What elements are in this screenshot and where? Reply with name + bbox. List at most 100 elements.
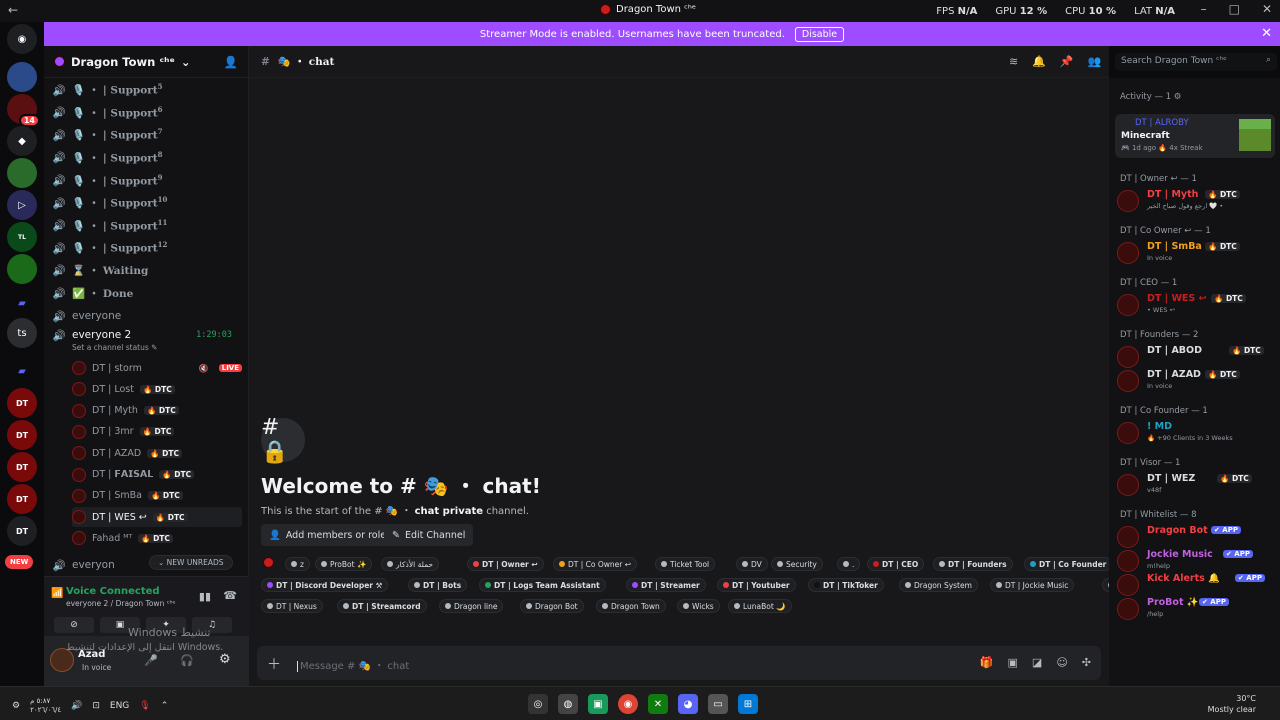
role-tag[interactable]: Dragon System [899, 578, 978, 592]
voice-channel-everyone-2[interactable]: 🔊 everyone 2 1:29:03 [52, 325, 242, 345]
role-tag[interactable]: DT | Nexus [261, 599, 323, 613]
server-icon[interactable]: 14 [7, 94, 40, 127]
folder-icon[interactable]: ▰ [7, 288, 37, 318]
server-icon[interactable]: ts [7, 318, 37, 348]
guild-header[interactable]: Dragon Town ᶜʰᵉ ⌄ 👤 [44, 46, 248, 78]
voice-channel[interactable]: 🔊 everyone [52, 306, 242, 326]
message-composer[interactable]: ＋ Message # 🎭 ・ chat 🎁 ▣ ◪ ☺ ✣ [257, 646, 1101, 680]
message-input[interactable]: Message # 🎭 ・ chat [297, 657, 409, 672]
tray-chevron-icon[interactable]: ⌃ [161, 701, 169, 711]
role-tag[interactable]: Ticket Tool [655, 557, 716, 571]
server-icon[interactable]: TL [7, 222, 37, 252]
role-tag[interactable]: DT | Bots [408, 578, 468, 592]
volume-icon[interactable]: 🔊 [71, 701, 82, 711]
voice-user[interactable]: DT | 𝗙𝗔𝗜𝗦𝗔𝗟 🔥 DTC [72, 465, 242, 485]
role-tag[interactable]: حملة الأذكار [381, 557, 440, 571]
threads-icon[interactable]: ≋ [1009, 55, 1018, 68]
disconnect-icon[interactable]: ☎ [223, 589, 237, 602]
member-item[interactable]: DT | 𝗔𝗕𝗢𝗗 🔥 DTC [1117, 344, 1277, 368]
role-tag[interactable]: ProBot ✨ [315, 557, 373, 571]
voice-channel[interactable]: 🔊 🎙️ ・ | Support11 [52, 216, 242, 236]
close-window-icon[interactable]: ✕ [1262, 2, 1272, 16]
role-tag[interactable]: DT | CEO [867, 557, 925, 571]
member-item[interactable]: ProBot ✨ ✔ APP/help [1117, 596, 1277, 620]
folder-icon[interactable]: ▰ [7, 356, 37, 386]
chrome-icon[interactable]: ◉ [618, 694, 638, 714]
weather-widget[interactable]: 30°C Mostly clear [1208, 693, 1256, 715]
gift-icon[interactable]: 🎁 [980, 656, 994, 669]
role-tag[interactable]: DT | Co Owner ↩ [553, 557, 638, 571]
role-tag[interactable]: DT | Discord Developer ⚒ [261, 578, 389, 592]
role-tag[interactable]: Dragon Town [596, 599, 666, 613]
microphone-icon[interactable]: 🎤 [144, 654, 158, 667]
network-icon[interactable]: ⊡ [92, 701, 100, 711]
activity-card[interactable]: DT | ALROBY Minecraft 🎮 1d ago 🔥 4x Stre… [1115, 114, 1275, 158]
plus-icon[interactable]: ＋ [267, 654, 281, 674]
channel-status[interactable]: Set a channel status ✎ [72, 343, 157, 352]
member-item[interactable]: Dragon Bot ✔ APP [1117, 524, 1277, 548]
server-icon[interactable]: DT [7, 516, 37, 546]
search-input[interactable]: Search Dragon Town ᶜʰᵉ ⌕ [1115, 53, 1277, 71]
new-unreads-button[interactable]: ⌄ NEW UNREADS [149, 555, 233, 570]
role-tag[interactable]: DT | Youtuber [717, 578, 796, 592]
server-icon[interactable]: ▷ [7, 190, 37, 220]
back-arrow-icon[interactable]: ← [8, 3, 18, 17]
voice-channel[interactable]: 🔊 🎙️ ・ | Support9 [52, 170, 242, 190]
voice-channel[interactable]: 🔊 🎙️ ・ | Support8 [52, 148, 242, 168]
minimize-icon[interactable]: – [1201, 2, 1207, 16]
voice-channel[interactable]: 🔊 🎙️ ・ | Support10 [52, 193, 242, 213]
taskbar-app-icon[interactable]: ◍ [558, 694, 578, 714]
voice-user[interactable]: DT | storm 🔇 LIVE [72, 358, 242, 378]
voice-user[interactable]: Fahad ᴹᵀ 🔥 DTC [72, 528, 242, 548]
role-tag[interactable]: DV [736, 557, 768, 571]
server-icon[interactable]: DT [7, 484, 37, 514]
role-tag[interactable]: LunaBot 🌙 [728, 599, 792, 613]
server-icon[interactable]: DT [7, 420, 37, 450]
voice-channel-everyone[interactable]: 🔊 everyon [52, 555, 162, 575]
server-icon[interactable]: DT [7, 452, 37, 482]
role-tag[interactable]: DT | TikToker [808, 578, 884, 592]
voice-user[interactable]: DT | WES ↩ 🔥 DTC [72, 507, 242, 528]
bell-icon[interactable]: 🔔 [1032, 55, 1046, 68]
gif-icon[interactable]: ▣ [1008, 656, 1018, 669]
discord-taskbar-icon[interactable]: ◕ [678, 694, 698, 714]
xbox-icon[interactable]: ✕ [648, 694, 668, 714]
role-tag[interactable]: . [837, 557, 861, 571]
role-tag[interactable]: Dragon line [439, 599, 504, 613]
role-tag[interactable]: DT | Logs Team Assistant [479, 578, 606, 592]
camera-off-button[interactable]: ⊘ [54, 617, 94, 633]
members-icon[interactable]: 👥 [1088, 55, 1102, 68]
new-unread-pill[interactable]: NEW [5, 555, 34, 569]
file-explorer-icon[interactable]: ▭ [708, 694, 728, 714]
settings-icon[interactable]: ⚙ [12, 701, 20, 711]
member-item[interactable]: Jockie Music ✔ APP m!help [1117, 548, 1277, 572]
voice-channel[interactable]: 🔊 🎙️ ・ | Support5 [52, 80, 242, 100]
server-icon[interactable]: ◆ [7, 126, 37, 156]
voice-channel[interactable]: 🔊 ⌛ ・ Waiting [52, 261, 242, 281]
member-item[interactable]: Kick Alerts 🔔 ✔ APP [1117, 572, 1277, 596]
disable-streamer-button[interactable]: Disable [794, 26, 845, 42]
apps-icon[interactable]: ✣ [1082, 656, 1091, 669]
server-icon[interactable]: DT [7, 388, 37, 418]
emoji-icon[interactable]: ☺ [1056, 656, 1067, 669]
voice-user[interactable]: DT | 3mr 🔥 DTC [72, 422, 242, 442]
role-tag[interactable]: DT | Streamcord [337, 599, 427, 613]
close-banner-icon[interactable]: ✕ [1261, 26, 1272, 41]
add-members-button[interactable]: 👤 Add members or roles [261, 524, 400, 546]
role-tag[interactable]: Security [771, 557, 823, 571]
voice-channel[interactable]: 🔊 🎙️ ・ | Support7 [52, 125, 242, 145]
member-item[interactable]: DT | WES ↩ 🔥 DTC • WES ↩ [1117, 292, 1277, 316]
maximize-icon[interactable]: □ [1229, 2, 1240, 16]
member-item[interactable]: ! MD 🔥 +90 Clients in 3 Weeks [1117, 420, 1277, 444]
voice-channel[interactable]: 🔊 ✅ ・ Done [52, 283, 242, 303]
role-tag[interactable]: DT | Owner ↩ [467, 557, 544, 571]
voice-user[interactable]: DT | Lost 🔥 DTC [72, 379, 242, 399]
member-item[interactable]: DT | Myth 🔥 DTC ارجع وقول صباح الخير 🤍 • [1117, 188, 1277, 212]
voice-channel[interactable]: 🔊 🎙️ ・ | Support6 [52, 103, 242, 123]
voice-channel[interactable]: 🔊 🎙️ ・ | Support12 [52, 238, 242, 258]
voice-user[interactable]: DT | SmBa 🔥 DTC [72, 486, 242, 506]
server-icon[interactable] [7, 62, 37, 92]
invite-people-icon[interactable]: 👤 [224, 55, 238, 69]
edit-channel-button[interactable]: ✎ Edit Channel [384, 524, 474, 546]
role-tag[interactable]: z [285, 557, 310, 571]
